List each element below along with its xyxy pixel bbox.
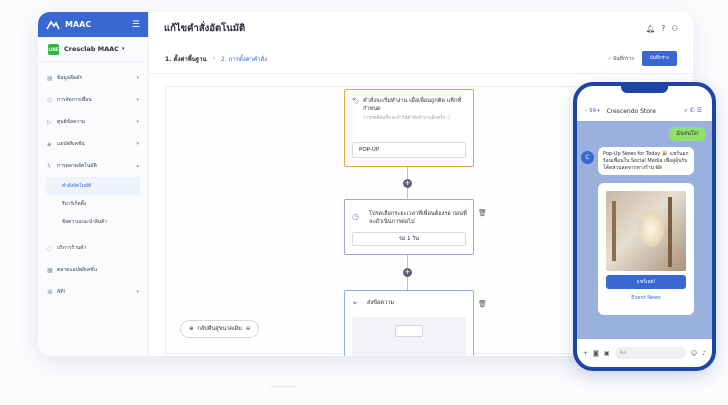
chevron-down-icon: ▾ xyxy=(121,46,125,52)
store-avatar: C xyxy=(581,151,594,164)
sidebar-subitem[interactable]: ข้อความแนะนำสินค้า xyxy=(38,213,148,231)
api-icon: ⌘ xyxy=(47,288,53,296)
page-title: แก้ไขคำสั่งอัตโนมัติ xyxy=(164,22,246,34)
rich-message-card: แชร์เลย! Event News xyxy=(598,183,694,315)
message-card[interactable]: ➢ ส่งข้อความ xyxy=(344,290,474,356)
sidebar-item-label: ข้อมูลลีดดัก xyxy=(57,75,83,81)
saved-status: ✓บันทึกร่าง xyxy=(607,55,634,62)
tag-field[interactable]: POP-UP xyxy=(352,142,466,158)
sidebar: MAAC ☰ LINE Cresclab MAAC ▾ ▤ ข้อมูลลีดด… xyxy=(38,12,149,356)
tag-icon: 🏷︎ xyxy=(352,98,360,105)
brand-name: MAAC xyxy=(65,20,92,29)
share-now-button[interactable]: แชร์เลย! xyxy=(606,275,686,289)
delay-field[interactable]: รอ 1 วัน xyxy=(352,232,466,246)
back-button[interactable]: ‹ 99+ xyxy=(585,108,601,114)
sidebar-item[interactable]: ▷ ศูนย์ข้อความ ▾ xyxy=(38,111,148,133)
line-icon: LINE xyxy=(48,43,59,55)
chevron-icon: ▾ xyxy=(136,119,139,125)
reset-zoom-button[interactable]: ⊕ กลับคืนสู่ขนาดเดิม ⊖ xyxy=(180,320,260,338)
phone-notch xyxy=(621,86,668,93)
report-icon: ▦ xyxy=(47,266,53,274)
sidebar-item-label: บริการร้านค้า xyxy=(57,245,87,251)
zoom-in-icon[interactable]: ⊕ xyxy=(189,326,194,332)
camera-icon[interactable]: ◙ xyxy=(593,350,599,357)
sidebar-subitem[interactable]: คำสั่งอัตโนมัติ xyxy=(46,177,140,195)
chevron-icon: ▾ xyxy=(136,97,139,103)
trigger-card[interactable]: 🏷︎ คำสั่งจะเริ่มทำงาน เมื่อเพื่อนถูกติด … xyxy=(344,89,474,167)
sidebar-header: MAAC ☰ xyxy=(38,12,148,37)
database-icon: ▤ xyxy=(47,74,53,82)
event-news-link[interactable]: Event News xyxy=(598,295,694,301)
people-icon: ⚇ xyxy=(47,96,53,104)
sidebar-item-label: ตลาดแอปพลิเคชั่น xyxy=(57,267,97,273)
menu-icon[interactable]: ☰ xyxy=(697,107,704,114)
chevron-icon: ▾ xyxy=(136,141,139,147)
sidebar-item-label: ศูนย์ข้อความ xyxy=(57,119,86,125)
sidebar-item[interactable]: ▤ ข้อมูลลีดดัก ▾ xyxy=(38,67,148,89)
sidebar-item[interactable]: ◈ แอปพลิเคชั่น ▾ xyxy=(38,133,148,155)
sidebar-item-label: API xyxy=(57,289,65,295)
automation-icon: ϟ xyxy=(47,162,51,170)
phone-preview: ‹ 99+ Crescendo Store ⌕✆☰ ฉันสนใจ! C Pop… xyxy=(573,82,716,371)
chevron-icon: ▾ xyxy=(136,75,139,81)
image-placeholder-icon xyxy=(395,325,423,337)
tag-icon: ◈ xyxy=(47,140,52,148)
store-message-bubble: Pop-Up News for Today 🎉 แชร์นอกร้อนเพื่อ… xyxy=(598,147,694,176)
chevron-icon: ▴ xyxy=(136,163,139,169)
bell-icon[interactable]: 🔔︎ xyxy=(646,24,656,33)
step-basic-settings[interactable]: 1. ตั้งค่าพื้นฐาน xyxy=(165,54,207,64)
sidebar-item[interactable]: ◌ บริการร้านค้า xyxy=(38,237,148,259)
chat-store-name: Crescendo Store xyxy=(606,107,656,115)
clock-icon: ◷ xyxy=(352,212,359,221)
sidebar-item[interactable]: ⚇ การจัดการเพื่อน ▾ xyxy=(38,89,148,111)
message-input[interactable]: Aa xyxy=(614,347,686,359)
image-icon[interactable]: ▣ xyxy=(604,350,610,357)
sidebar-item-label: แอปพลิเคชั่น xyxy=(57,141,85,147)
trigger-title: คำสั่งจะเริ่มทำงาน เมื่อเพื่อนถูกติด แท็… xyxy=(363,98,462,112)
sidebar-item[interactable]: ⌘ API ▾ xyxy=(38,281,148,303)
plus-icon[interactable]: + xyxy=(583,350,588,357)
step-command-settings[interactable]: 2. การตั้งค่าคำสั่ง xyxy=(221,54,267,64)
store-photo xyxy=(606,191,686,271)
trash-icon[interactable]: 🗑︎ xyxy=(478,209,487,217)
chevron-icon: ▾ xyxy=(136,289,139,295)
maac-logo-icon xyxy=(46,20,60,29)
account-name: Cresclab MAAC xyxy=(64,45,119,53)
chat-input-bar: + ◙ ▣ Aa ☺ ♪ xyxy=(577,339,712,367)
chat-header: ‹ 99+ Crescendo Store ⌕✆☰ xyxy=(577,101,712,121)
top-bar: แก้ไขคำสั่งอัตโนมัติ 🔔︎ ? ⚇ xyxy=(149,12,693,44)
step-bar: 1. ตั้งค่าพื้นฐาน › 2. การตั้งค่าคำสั่ง … xyxy=(149,44,693,74)
user-message-bubble: ฉันสนใจ! xyxy=(669,127,706,141)
sidebar-item[interactable]: ▦ ตลาดแอปพลิเคชั่น xyxy=(38,259,148,281)
shop-icon: ◌ xyxy=(47,244,53,252)
sidebar-item-label: การจัดการเพื่อน xyxy=(57,97,92,103)
mic-icon[interactable]: ♪ xyxy=(702,350,706,357)
trash-icon[interactable]: 🗑︎ xyxy=(478,300,487,308)
menu-icon[interactable]: ☰ xyxy=(132,20,140,30)
sidebar-item[interactable]: ϟ การตลาดอัตโนมัติ ▴ xyxy=(38,155,148,177)
account-switcher[interactable]: LINE Cresclab MAAC ▾ xyxy=(38,37,148,62)
broadcast-icon: ▷ xyxy=(47,118,52,126)
trigger-note: การกดติดแท็กจะทำให้คำสั่งทำงานอีกครั้ง ⓘ xyxy=(363,116,452,121)
sidebar-subitem[interactable]: รีมาร์เก็ตติ้ง xyxy=(38,195,148,213)
message-title: ส่งข้อความ xyxy=(367,300,395,306)
zoom-out-icon[interactable]: ⊖ xyxy=(246,326,251,332)
chat-area: ฉันสนใจ! C Pop-Up News for Today 🎉 แชร์น… xyxy=(577,121,712,339)
delay-title: โปรดเลือกระยะเวลาที่เพื่อนต้องรอ ก่อนที่… xyxy=(369,211,467,225)
check-circle-icon: ✓ xyxy=(607,55,612,62)
emoji-icon[interactable]: ☺ xyxy=(691,350,697,357)
send-icon: ➢ xyxy=(352,299,358,307)
add-step-button[interactable]: + xyxy=(403,179,412,188)
user-icon[interactable]: ⚇ xyxy=(671,24,678,33)
add-step-button[interactable]: + xyxy=(403,268,412,277)
help-icon[interactable]: ? xyxy=(661,24,665,33)
divider xyxy=(270,386,296,387)
phone-call-icon[interactable]: ✆ xyxy=(690,107,697,114)
reset-zoom-label: กลับคืนสู่ขนาดเดิม xyxy=(197,326,242,332)
message-preview[interactable] xyxy=(352,317,466,356)
save-draft-button[interactable]: บันทึกร่าง xyxy=(641,51,677,66)
delay-card[interactable]: ◷ โปรดเลือกระยะเวลาที่เพื่อนต้องรอ ก่อนท… xyxy=(344,199,474,255)
chevron-right-icon: › xyxy=(212,55,215,62)
sidebar-item-label: การตลาดอัตโนมัติ xyxy=(57,163,97,169)
